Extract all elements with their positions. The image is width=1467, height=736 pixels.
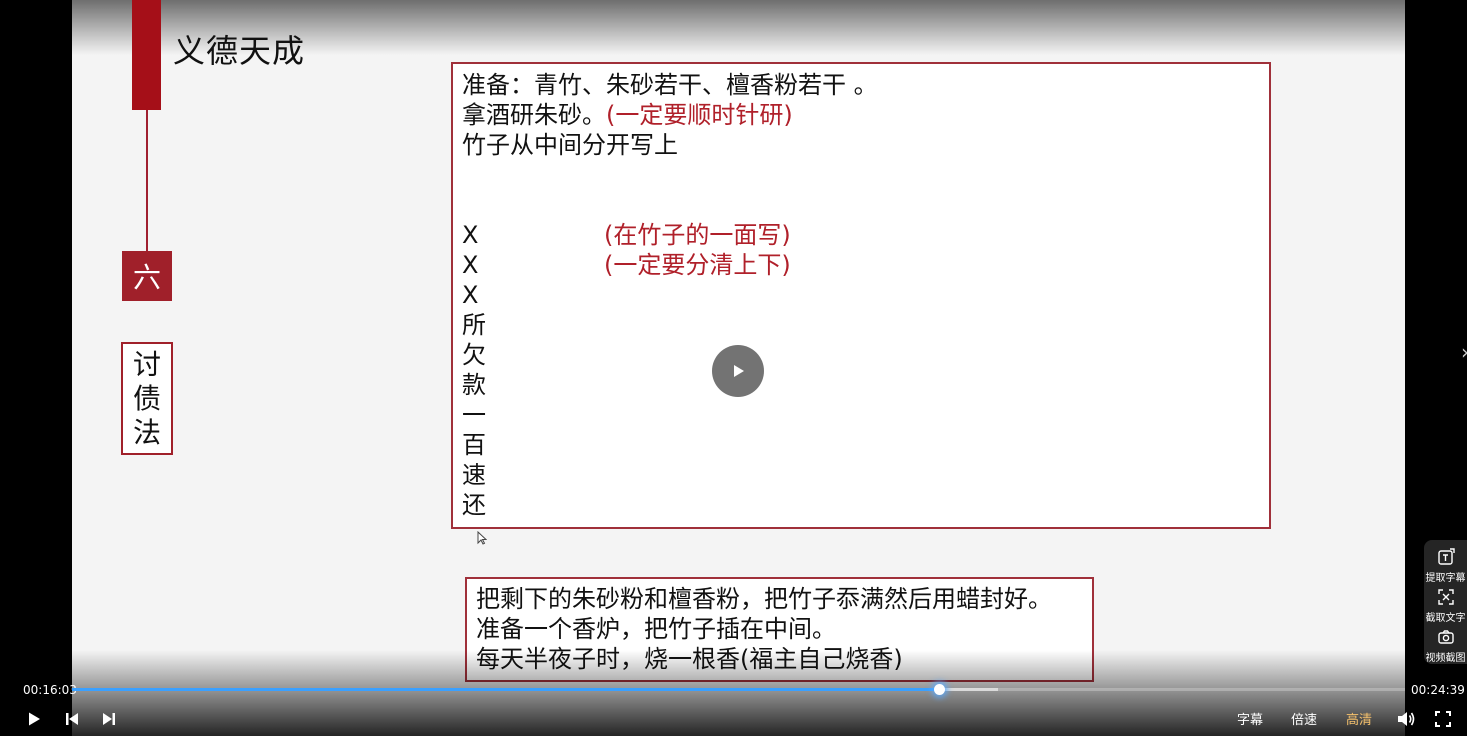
vertical-char: X	[462, 281, 479, 309]
vertical-label-char: 法	[132, 415, 161, 449]
vertical-char: 还	[462, 491, 486, 519]
instruction-text: 拿酒研朱砂。	[462, 101, 606, 129]
chevron-right-icon[interactable]: ›	[1461, 340, 1467, 364]
subtitle-button[interactable]: 字幕	[1237, 709, 1263, 728]
progress-bar[interactable]	[72, 684, 1405, 695]
title-accent-bar	[132, 0, 161, 110]
fullscreen-icon	[1435, 711, 1451, 727]
mouse-cursor-icon	[477, 530, 488, 549]
vertical-char: X	[462, 221, 479, 249]
vertical-char: 欠	[462, 341, 486, 369]
vertical-char: 所	[462, 311, 486, 339]
section-number-badge: 六	[122, 251, 172, 301]
vertical-char: 百	[462, 431, 486, 459]
capture-text-button[interactable]: 截取文字	[1424, 588, 1467, 624]
volume-button[interactable]	[1395, 708, 1417, 730]
side-tool-panel: 提取字幕 截取文字 视频截图	[1424, 540, 1467, 664]
previous-button[interactable]	[61, 708, 83, 730]
vertical-label-char: 讨	[132, 347, 161, 381]
center-play-button[interactable]	[712, 345, 764, 397]
text-capture-icon	[1437, 589, 1454, 605]
vertical-char: 一	[462, 401, 486, 429]
fullscreen-button[interactable]	[1432, 708, 1454, 730]
play-icon	[734, 365, 744, 377]
side-item-label: 提取字幕	[1425, 573, 1466, 584]
played-fill	[72, 688, 940, 691]
extract-subtitle-button[interactable]: 提取字幕	[1424, 548, 1467, 584]
play-icon	[29, 712, 40, 726]
instruction-line: 准备：青竹、朱砂若干、檀香粉若干 。	[462, 71, 878, 99]
instruction-line: 竹子从中间分开写上	[462, 131, 678, 159]
skip-previous-icon	[66, 713, 78, 725]
vertical-char: 速	[462, 461, 486, 489]
side-note: (一定要分清上下)	[604, 251, 791, 279]
skip-next-icon	[103, 713, 115, 725]
current-time: 00:16:03	[23, 683, 77, 697]
next-button[interactable]	[98, 708, 120, 730]
side-note: (在竹子的一面写)	[604, 221, 791, 249]
quality-button[interactable]: 高清	[1346, 709, 1372, 728]
side-item-label: 截取文字	[1425, 613, 1466, 624]
video-screenshot-button[interactable]: 视频截图	[1424, 628, 1467, 664]
instruction-line: 拿酒研朱砂。(一定要顺时针研)	[462, 100, 793, 130]
slide-title: 义德天成	[173, 32, 306, 70]
text-extract-icon	[1437, 548, 1455, 565]
vertical-char: X	[462, 251, 479, 279]
play-button[interactable]	[23, 708, 45, 730]
total-time: 00:24:39	[1411, 683, 1465, 697]
section-vertical-label: 讨 债 法	[121, 342, 173, 455]
vertical-char: 款	[462, 371, 486, 399]
followup-line: 准备一个香炉，把竹子插在中间。	[476, 615, 836, 643]
camera-icon	[1437, 630, 1454, 644]
side-item-label: 视频截图	[1425, 653, 1466, 664]
instruction-red-note: (一定要顺时针研)	[606, 101, 793, 129]
timeline-line	[146, 110, 148, 252]
followup-line: 把剩下的朱砂粉和檀香粉，把竹子忝满然后用蜡封好。	[476, 585, 1052, 613]
volume-icon	[1398, 712, 1415, 726]
instructions-box: 准备：青竹、朱砂若干、檀香粉若干 。 拿酒研朱砂。(一定要顺时针研) 竹子从中间…	[451, 62, 1271, 529]
speed-button[interactable]: 倍速	[1291, 709, 1317, 728]
vertical-label-char: 债	[132, 381, 161, 415]
